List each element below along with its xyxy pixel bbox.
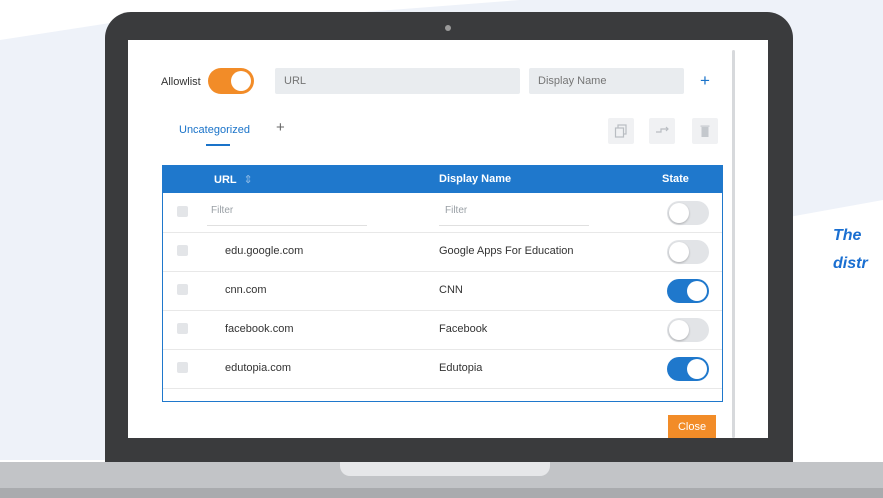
filter-underline — [207, 225, 367, 226]
row-state-toggle[interactable] — [667, 357, 709, 381]
row-display-name: Edutopia — [439, 362, 483, 374]
header-state: State — [662, 173, 689, 185]
trash-icon — [700, 125, 710, 137]
move-icon — [656, 126, 669, 133]
add-tab-icon[interactable]: + — [276, 119, 285, 136]
table-row: edu.google.com Google Apps For Education — [163, 232, 722, 272]
display-name-input[interactable] — [529, 68, 684, 94]
tab-uncategorized[interactable]: Uncategorized — [179, 124, 250, 136]
scrollbar[interactable] — [732, 50, 735, 438]
row-display-name: Google Apps For Education — [439, 245, 574, 257]
side-caption: The distr — [833, 222, 883, 278]
row-state-toggle[interactable] — [667, 279, 709, 303]
row-checkbox[interactable] — [177, 245, 188, 256]
filter-row: Filter Filter — [163, 193, 722, 233]
row-url: edutopia.com — [225, 362, 292, 374]
allowlist-label: Allowlist — [161, 76, 201, 88]
move-button[interactable] — [649, 118, 675, 144]
tab-active-indicator — [206, 144, 230, 146]
table-row: facebook.com Facebook — [163, 310, 722, 350]
url-input[interactable] — [275, 68, 520, 94]
copy-icon — [614, 124, 627, 138]
row-display-name: Facebook — [439, 323, 488, 335]
table-header: URL ⇕ Display Name State — [163, 166, 722, 193]
state-filter-toggle[interactable] — [667, 201, 709, 225]
camera-icon — [445, 25, 451, 31]
row-display-name: CNN — [439, 284, 463, 296]
caption-line: distr — [833, 255, 868, 272]
filter-underline — [439, 225, 589, 226]
header-display-name: Display Name — [439, 173, 512, 185]
row-url: facebook.com — [225, 323, 294, 335]
copy-button[interactable] — [608, 118, 634, 144]
toggle-knob — [231, 71, 251, 91]
toggle-knob — [669, 320, 689, 340]
header-url[interactable]: URL ⇕ — [214, 173, 253, 186]
plus-icon[interactable]: + — [693, 69, 717, 93]
laptop-notch — [340, 462, 550, 476]
row-url: edu.google.com — [225, 245, 304, 257]
row-checkbox[interactable] — [177, 323, 188, 334]
row-state-toggle[interactable] — [667, 318, 709, 342]
close-button[interactable]: Close — [668, 415, 716, 438]
caption-line: The — [833, 227, 862, 244]
toggle-knob — [687, 281, 707, 301]
row-state-toggle[interactable] — [667, 240, 709, 264]
laptop-base-shadow — [0, 488, 883, 498]
laptop-screen: Allowlist + Uncategorized + URL ⇕ Dis — [128, 40, 768, 438]
row-checkbox[interactable] — [177, 362, 188, 373]
display-name-filter-input[interactable]: Filter — [445, 205, 467, 216]
row-checkbox[interactable] — [177, 284, 188, 295]
sort-icon[interactable]: ⇕ — [243, 174, 252, 186]
allowlist-toggle[interactable] — [208, 68, 254, 94]
toggle-knob — [687, 359, 707, 379]
allowlist-table: URL ⇕ Display Name State Filter Filter e… — [162, 165, 723, 402]
select-all-checkbox[interactable] — [177, 206, 188, 217]
header-url-label: URL — [214, 174, 237, 186]
row-url: cnn.com — [225, 284, 267, 296]
delete-button[interactable] — [692, 118, 718, 144]
table-row: cnn.com CNN — [163, 271, 722, 311]
toggle-knob — [669, 203, 689, 223]
url-filter-input[interactable]: Filter — [211, 205, 233, 216]
toggle-knob — [669, 242, 689, 262]
table-row: edutopia.com Edutopia — [163, 349, 722, 389]
